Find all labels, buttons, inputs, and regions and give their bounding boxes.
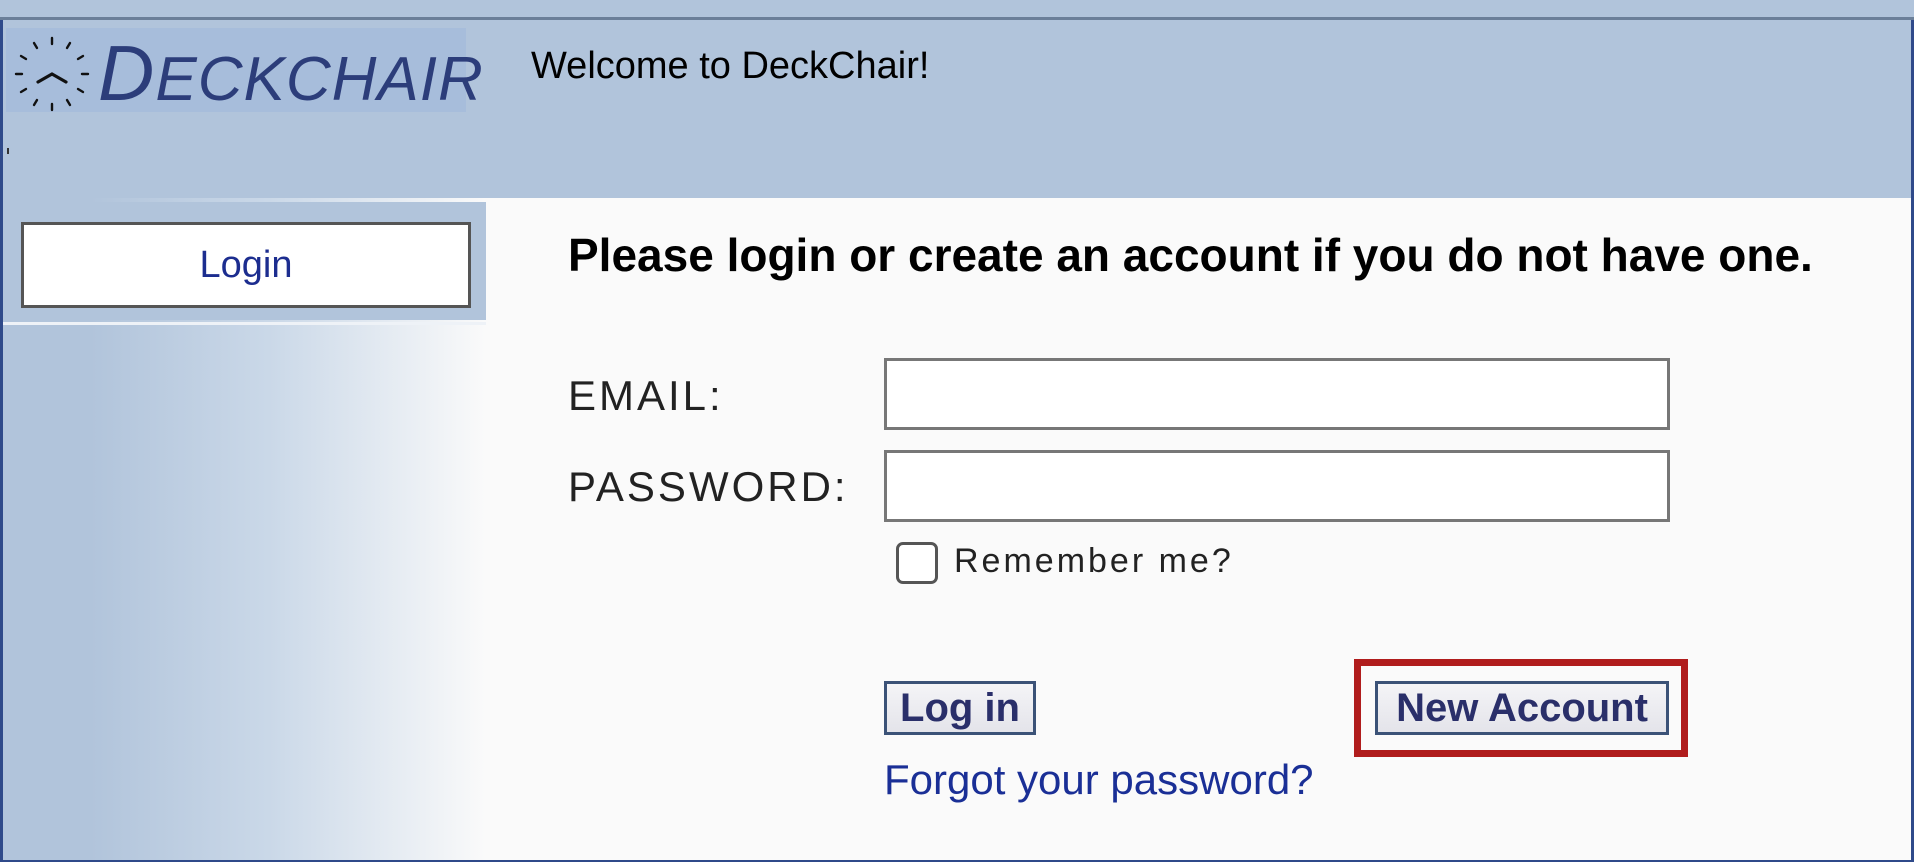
header: DECKCHAIR Welcome to DeckChair! — [3, 20, 1911, 198]
password-field[interactable] — [884, 450, 1670, 522]
sidebar-item-label: Login — [199, 243, 293, 286]
sidebar-nav: Login — [3, 202, 486, 320]
page-title: Please login or create an account if you… — [568, 229, 1813, 281]
password-label: PASSWORD: — [568, 463, 849, 510]
sidebar-divider — [3, 322, 486, 325]
top-strip — [0, 0, 1914, 20]
email-field[interactable] — [884, 358, 1670, 430]
remember-me-label[interactable]: Remember me? — [954, 542, 1234, 581]
remember-me-checkbox[interactable] — [896, 542, 938, 584]
email-label: EMAIL: — [568, 372, 724, 419]
sidebar: Login — [3, 198, 486, 860]
welcome-message: Welcome to DeckChair! — [531, 45, 930, 87]
logo[interactable]: DECKCHAIR — [6, 28, 483, 112]
log-in-button[interactable]: Log in — [884, 681, 1036, 735]
logo-text: DECKCHAIR — [98, 29, 484, 117]
clock-icon — [14, 36, 90, 112]
new-account-button[interactable]: New Account — [1375, 681, 1669, 735]
forgot-password-link[interactable]: Forgot your password? — [884, 756, 1314, 804]
decorative-mark — [7, 148, 9, 154]
sidebar-item-login[interactable]: Login — [21, 222, 471, 308]
